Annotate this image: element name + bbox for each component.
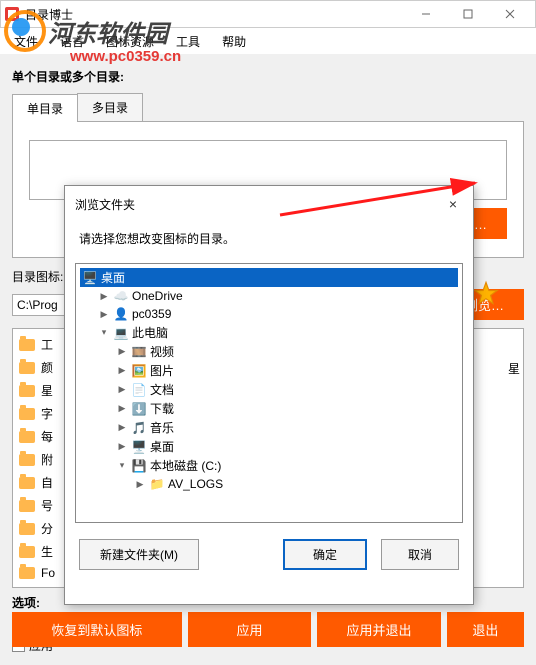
exit-button[interactable]: 退出 [447, 612, 524, 647]
desktop-icon: 🖥️ [82, 270, 98, 286]
tree-pictures[interactable]: ▶🖼️图片 [80, 361, 458, 380]
tree-onedrive[interactable]: ▶☁️OneDrive [80, 287, 458, 305]
folder-tree[interactable]: 🖥️桌面 ▶☁️OneDrive ▶👤pc0359 ▾💻此电脑 ▶🎞️视频 ▶🖼… [75, 263, 463, 523]
tree-desktop[interactable]: 🖥️桌面 [80, 268, 458, 287]
expand-icon[interactable]: ▶ [116, 384, 128, 396]
section-title: 单个目录或多个目录: [12, 68, 524, 85]
folder-icon [19, 546, 35, 558]
cancel-button[interactable]: 取消 [381, 539, 459, 570]
folder-icon [19, 567, 35, 579]
maximize-button[interactable] [447, 1, 489, 27]
new-folder-button[interactable]: 新建文件夹(M) [79, 539, 199, 570]
video-icon: 🎞️ [131, 344, 147, 360]
browse-folder-dialog: 浏览文件夹 × 请选择您想改变图标的目录。 🖥️桌面 ▶☁️OneDrive ▶… [64, 185, 474, 605]
tree-user[interactable]: ▶👤pc0359 [80, 305, 458, 323]
tree-docs[interactable]: ▶📄文档 [80, 380, 458, 399]
expand-icon[interactable]: ▶ [116, 346, 128, 358]
expand-icon[interactable]: ▶ [116, 422, 128, 434]
expand-icon[interactable]: ▶ [116, 441, 128, 453]
expand-icon[interactable]: ▶ [98, 308, 110, 320]
apply-button[interactable]: 应用 [188, 612, 312, 647]
cloud-icon: ☁️ [113, 288, 129, 304]
dialog-title: 浏览文件夹 [75, 196, 135, 213]
dialog-desc: 请选择您想改变图标的目录。 [65, 222, 473, 259]
tab-single[interactable]: 单目录 [12, 94, 78, 122]
close-button[interactable] [489, 1, 531, 27]
folder-icon [19, 500, 35, 512]
folder-icon [19, 523, 35, 535]
collapse-icon[interactable]: ▾ [98, 327, 110, 339]
music-icon: 🎵 [131, 420, 147, 436]
tree-cdrive[interactable]: ▾💾本地磁盘 (C:) [80, 456, 458, 475]
tree-avlogs[interactable]: ▶📁AV_LOGS [80, 475, 458, 493]
close-icon[interactable]: × [443, 194, 463, 214]
expand-icon[interactable]: ▶ [98, 290, 110, 302]
folder-icon [19, 431, 35, 443]
expand-icon[interactable]: ▶ [116, 403, 128, 415]
path-label: 目录图标: [12, 270, 63, 284]
app-icon [5, 7, 19, 21]
folder-icon [19, 477, 35, 489]
tree-thispc[interactable]: ▾💻此电脑 [80, 323, 458, 342]
pc-icon: 💻 [113, 325, 129, 341]
drive-icon: 💾 [131, 458, 147, 474]
collapse-icon[interactable]: ▾ [116, 460, 128, 472]
folder-icon [19, 339, 35, 351]
window-title: 目录博士 [25, 6, 73, 23]
expand-icon[interactable]: ▶ [116, 365, 128, 377]
folder-icon [19, 385, 35, 397]
download-icon: ⬇️ [131, 401, 147, 417]
folder-icon [19, 408, 35, 420]
folder-icon [19, 362, 35, 374]
picture-icon: 🖼️ [131, 363, 147, 379]
minimize-button[interactable] [405, 1, 447, 27]
ok-button[interactable]: 确定 [283, 539, 367, 570]
sidechar: 星 [508, 360, 520, 377]
options-label: 选项: [12, 596, 40, 610]
restore-button[interactable]: 恢复到默认图标 [12, 612, 182, 647]
menu-lang[interactable]: 语言 [50, 30, 94, 53]
folder-icon: 📁 [149, 476, 165, 492]
tree-desktop2[interactable]: ▶🖥️桌面 [80, 437, 458, 456]
menu-file[interactable]: 文件 [4, 30, 48, 53]
menu-iconres[interactable]: 图标资源 [96, 30, 164, 53]
document-icon: 📄 [131, 382, 147, 398]
apply-exit-button[interactable]: 应用并退出 [317, 612, 441, 647]
tree-videos[interactable]: ▶🎞️视频 [80, 342, 458, 361]
folder-icon [19, 454, 35, 466]
user-icon: 👤 [113, 306, 129, 322]
expand-icon[interactable]: ▶ [134, 478, 146, 490]
menu-tools[interactable]: 工具 [166, 30, 210, 53]
tree-downloads[interactable]: ▶⬇️下载 [80, 399, 458, 418]
menu-help[interactable]: 帮助 [212, 30, 256, 53]
desktop-icon: 🖥️ [131, 439, 147, 455]
tree-music[interactable]: ▶🎵音乐 [80, 418, 458, 437]
tab-multi[interactable]: 多目录 [77, 93, 143, 121]
